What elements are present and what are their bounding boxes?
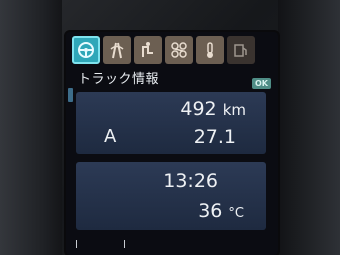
trip-average: 27.1 <box>193 126 236 148</box>
page-title: トラック情報 <box>78 72 160 87</box>
outside-temperature: 36 °C <box>198 200 244 222</box>
scroll-indicator <box>68 88 73 102</box>
menu-icon-bar <box>72 36 258 64</box>
tab-gear-shift[interactable] <box>134 36 162 64</box>
steering-wheel-icon <box>78 42 94 58</box>
road-lane-icon <box>110 42 124 59</box>
temperature-value: 36 <box>198 200 223 222</box>
gauge-tick <box>76 240 77 248</box>
distance-unit: km <box>222 101 246 119</box>
temperature-unit: °C <box>228 206 244 221</box>
ok-badge[interactable]: OK <box>252 78 271 89</box>
gearbox-icon <box>171 42 187 58</box>
tab-road[interactable] <box>103 36 131 64</box>
trip-label: A <box>104 126 117 147</box>
temperature-icon <box>207 42 213 58</box>
tab-steering[interactable] <box>72 36 100 64</box>
tab-temperature[interactable] <box>196 36 224 64</box>
fuel-settings-icon <box>234 44 247 57</box>
clock-time: 13:26 <box>163 170 218 192</box>
bezel-right <box>278 0 340 255</box>
display-screen: トラック情報 OK 492 km A 27.1 13:26 36 °C <box>66 32 278 255</box>
bezel-left <box>0 0 62 255</box>
status-panel: 13:26 36 °C <box>76 162 266 230</box>
distance-value: 492 <box>180 98 217 120</box>
gauge-tick <box>124 240 125 248</box>
gear-shift-icon <box>142 42 153 57</box>
tab-gearbox[interactable] <box>165 36 193 64</box>
tab-fuel-settings[interactable] <box>227 36 255 64</box>
dashboard-frame: トラック情報 OK 492 km A 27.1 13:26 36 °C <box>0 0 340 255</box>
trip-panel: 492 km A 27.1 <box>76 92 266 154</box>
trip-distance: 492 km <box>180 98 246 120</box>
